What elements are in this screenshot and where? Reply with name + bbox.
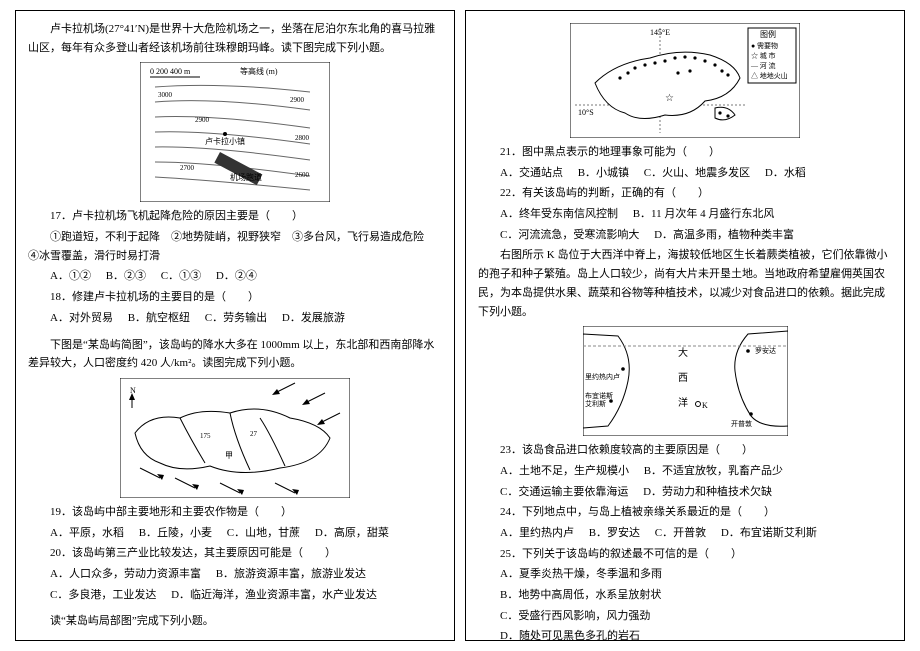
city-luanda: 罗安达: [755, 346, 776, 355]
lat-label: 10°S: [578, 108, 594, 117]
q25: 25．下列关于该岛屿的叙述最不可信的是（ ）: [478, 545, 892, 564]
figure-island-map: 175 27 甲 N: [28, 378, 442, 498]
intro-21-22-footer: 读“某岛屿局部图”完成下列小题。: [28, 612, 442, 631]
intro-19-20: 下图是“某岛屿简图”，该岛屿的降水大多在 1000mm 以上，东北部和西南部降水…: [28, 336, 442, 373]
lukla-town-label: 卢卡拉小镇: [205, 136, 245, 146]
q19: 19．该岛屿中部主要地形和主要农作物是（ ）: [28, 503, 442, 522]
figure-island-local: 145°E 10°S ☆: [478, 23, 892, 138]
svg-text:甲: 甲: [225, 451, 233, 460]
q17-reasons: ①跑道短，不利于起降 ②地势陡峭，视野狭窄 ③多台风，飞行易造成危险 ④冰雪覆盖…: [28, 228, 442, 265]
q22: 22．有关该岛屿的判断，正确的有（ ）: [478, 184, 892, 203]
svg-text:2900: 2900: [290, 96, 305, 104]
q22-options-line1: A．终年受东南信风控制 B．11 月次年 4 月盛行东北风: [478, 205, 892, 224]
legend-title: 图例: [760, 29, 776, 39]
svg-text:2800: 2800: [295, 134, 310, 142]
k-label: K: [702, 401, 708, 410]
city-cape: 开普敦: [731, 419, 752, 428]
q20-options-line2: C．多良港，工业发达 D．临近海洋，渔业资源丰富，水产业发达: [28, 586, 442, 605]
city-buenos1: 布宜诺斯: [585, 391, 613, 400]
legend-row2: ☆ 城 市: [751, 51, 776, 60]
q17-options: A．①② B．②③ C．①③ D．②④: [28, 267, 442, 286]
legend-row1: ● 需要物: [751, 41, 778, 50]
figure-lukla-contour: 0 200 400 m 等高线 (m) 3000 2900 2900 2800 …: [28, 62, 442, 202]
q25-optC: C．受盛行西风影响，风力强劲: [478, 607, 892, 626]
legend-row3: — 河 流: [750, 61, 776, 70]
intro-17-18: 卢卡拉机场(27°41′N)是世界十大危险机场之一，坐落在尼泊尔东北角的喜马拉雅…: [28, 20, 442, 57]
q17: 17．卢卡拉机场飞机起降危险的原因主要是（ ）: [28, 207, 442, 226]
runway-label: 机场跑道: [230, 172, 262, 182]
ocean-mid: 西: [678, 373, 688, 384]
ocean-bot: 洋: [678, 396, 688, 409]
svg-text:27: 27: [250, 430, 258, 438]
city-buenos2: 艾利斯: [585, 399, 606, 408]
svg-text:2700: 2700: [180, 164, 195, 172]
q24: 24．下列地点中，与岛上植被亲缘关系最近的是（ ）: [478, 503, 892, 522]
q20: 20．该岛屿第三产业比较发达，其主要原因可能是（ ）: [28, 544, 442, 563]
ocean-top: 大: [678, 346, 688, 359]
q22-options-line2: C．河流流急，受寒流影响大 D．高温多雨，植物种类丰富: [478, 226, 892, 245]
q18: 18．修建卢卡拉机场的主要目的是（ ）: [28, 288, 442, 307]
svg-text:175: 175: [200, 432, 211, 440]
q24-options: A．里约热内卢 B．罗安达 C．开普敦 D．布宜诺斯艾利斯: [478, 524, 892, 543]
svg-text:N: N: [130, 386, 136, 395]
scale-text: 0 200 400 m: [150, 67, 191, 76]
legend-row4: △ 地地火山: [751, 71, 788, 80]
q18-options: A．对外贸易 B．航空枢纽 C．劳务输出 D．发展旅游: [28, 309, 442, 328]
q23: 23．该岛食品进口依赖度较高的主要原因是（ ）: [478, 441, 892, 460]
q19-options: A．平原，水稻 B．丘陵，小麦 C．山地，甘蔗 D．高原，甜菜: [28, 524, 442, 543]
q21-options: A．交通站点 B．小城镇 C．火山、地震多发区 D．水稻: [478, 164, 892, 183]
intro-23-25: 右图所示 K 岛位于大西洋中脊上，海拔较低地区生长着蕨类植被，它们依靠微小的孢子…: [478, 246, 892, 321]
q21: 21．图中黑点表示的地理事象可能为（ ）: [478, 143, 892, 162]
lon-label: 145°E: [650, 28, 670, 37]
contour-label: 等高线 (m): [240, 66, 278, 76]
figure-k-island-atlantic: 大 西 洋 里约热内卢 布宜诺斯 艾利斯 罗安达 开普敦 K: [478, 326, 892, 436]
q25-optA: A．夏季炎热干燥，冬季温和多雨: [478, 565, 892, 584]
svg-text:2900: 2900: [195, 116, 210, 124]
q23-options-line2: C．交通运输主要依靠海运 D．劳动力和种植技术欠缺: [478, 483, 892, 502]
svg-text:☆: ☆: [665, 93, 674, 104]
q23-options-line1: A．土地不足，生产规模小 B．不适宜放牧，乳畜产品少: [478, 462, 892, 481]
q25-optD: D．随处可见黑色多孔的岩石: [478, 627, 892, 641]
svg-text:2600: 2600: [295, 171, 310, 179]
q20-options-line1: A．人口众多，劳动力资源丰富 B．旅游资源丰富，旅游业发达: [28, 565, 442, 584]
city-rio: 里约热内卢: [585, 372, 620, 381]
q25-optB: B．地势中高周低，水系呈放射状: [478, 586, 892, 605]
svg-text:3000: 3000: [158, 91, 173, 99]
